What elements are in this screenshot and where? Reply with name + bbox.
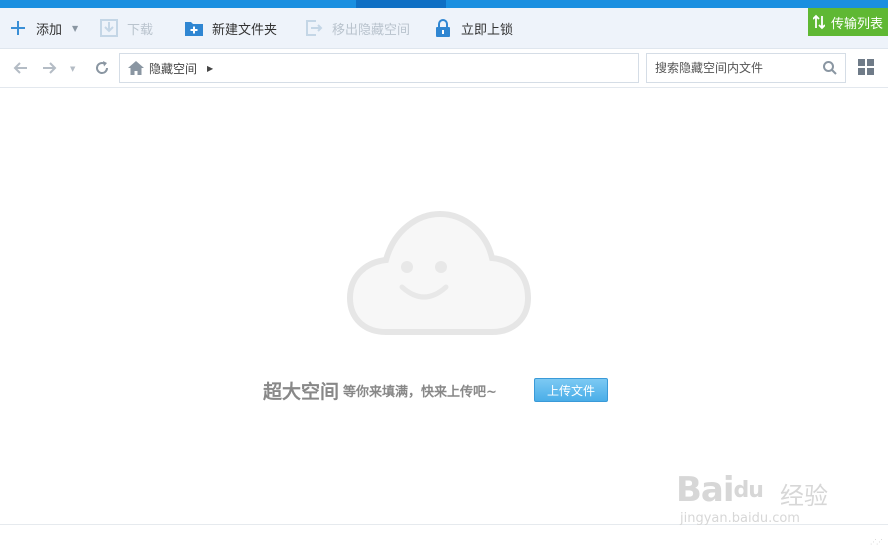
transfer-icon (812, 14, 825, 30)
smiling-cloud-icon (346, 210, 532, 335)
move-out-hidden-space-button[interactable]: 移出隐藏空间 (304, 8, 410, 48)
home-icon[interactable] (128, 61, 144, 75)
toolbar: 添加 ▼ 下载 新建文件夹 移出隐藏空间 立即上锁 (0, 8, 888, 49)
search-box (646, 53, 846, 83)
top-accent-active-segment (356, 0, 446, 8)
search-input[interactable] (653, 57, 817, 79)
plus-icon (8, 18, 28, 38)
transfer-list-label: 传输列表 (830, 16, 883, 32)
history-chevron-down-icon[interactable]: ▼ (70, 65, 75, 73)
new-folder-button-label: 新建文件夹 (212, 22, 278, 38)
address-bar[interactable]: 隐藏空间 ▶ (119, 53, 639, 83)
navigation-bar: ▼ 隐藏空间 ▶ (0, 49, 888, 88)
search-icon[interactable] (823, 61, 837, 75)
add-button[interactable]: 添加 ▼ (8, 8, 78, 48)
move-out-icon (304, 18, 324, 38)
move-out-button-label: 移出隐藏空间 (332, 22, 411, 38)
upload-file-button[interactable]: 上传文件 (534, 378, 608, 402)
refresh-icon[interactable] (92, 58, 112, 78)
watermark-suffix: 经验 (780, 482, 828, 510)
new-folder-icon (184, 18, 204, 38)
transfer-list-button[interactable]: 传输列表 (808, 8, 888, 36)
top-accent-strip (0, 0, 888, 8)
forward-arrow-icon[interactable] (40, 58, 60, 78)
new-folder-button[interactable]: 新建文件夹 (184, 8, 277, 48)
breadcrumb-arrow-icon[interactable]: ▶ (207, 64, 213, 73)
resize-grip-icon[interactable]: ⋰⋰ (870, 538, 883, 546)
lock-button-label: 立即上锁 (461, 22, 514, 38)
breadcrumb-hidden-space[interactable]: 隐藏空间 (149, 60, 197, 77)
lock-icon (433, 18, 453, 38)
watermark-brand: Baidu (676, 470, 764, 510)
grid-view-icon[interactable] (858, 59, 874, 75)
download-button[interactable]: 下载 (99, 8, 153, 48)
download-button-label: 下载 (127, 22, 154, 38)
watermark-url: jingyan.baidu.com (680, 511, 800, 526)
chevron-down-icon[interactable]: ▼ (72, 24, 78, 33)
back-arrow-icon[interactable] (10, 58, 30, 78)
baidu-jingyan-watermark: Baidu 经验 jingyan.baidu.com (676, 456, 846, 536)
lock-now-button[interactable]: 立即上锁 (433, 8, 513, 48)
add-button-label: 添加 (36, 22, 63, 38)
empty-state-headline: 超大空间 (263, 380, 340, 403)
download-icon (99, 18, 119, 38)
empty-state-message: 超大空间 等你来填满，快来上传吧~ (263, 378, 497, 403)
empty-state-subline: 等你来填满，快来上传吧~ (343, 384, 497, 400)
